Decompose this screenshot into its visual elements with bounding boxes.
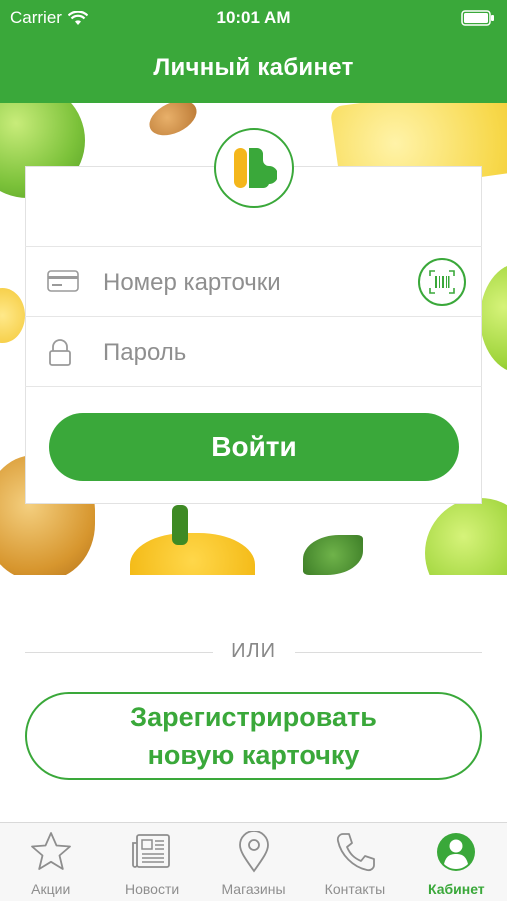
tab-news[interactable]: Новости — [101, 823, 202, 901]
barcode-icon — [429, 270, 455, 294]
login-button[interactable]: Войти — [49, 413, 459, 481]
card-icon — [47, 270, 79, 292]
register-card-button[interactable]: Зарегистрировать новую карточку — [25, 692, 482, 780]
or-divider-right — [295, 652, 482, 653]
app-header: Carrier 10:01 AM Личный кабинет — [0, 0, 507, 103]
tab-label-news: Новости — [125, 881, 180, 897]
tab-label-stores: Магазины — [221, 881, 286, 897]
tab-bar: Акции Новости Магазины Контакты Кабинет — [0, 822, 507, 901]
map-pin-icon — [238, 831, 269, 873]
password-row — [25, 316, 482, 389]
password-input[interactable] — [101, 317, 405, 389]
basil-image — [303, 535, 363, 575]
almond-image — [144, 103, 202, 143]
tab-label-contacts: Контакты — [324, 881, 386, 897]
barcode-scan-button[interactable] — [418, 258, 466, 306]
card-number-input[interactable] — [101, 247, 405, 319]
tab-contacts[interactable]: Контакты — [304, 823, 405, 901]
newspaper-icon — [132, 834, 171, 868]
lime-bottom-image — [425, 498, 507, 575]
lemon-image — [0, 288, 25, 343]
battery-icon — [461, 10, 494, 26]
card-number-row — [25, 246, 482, 319]
logo-icon — [234, 148, 277, 189]
form-divider — [25, 386, 482, 387]
clock: 10:01 AM — [216, 8, 291, 27]
status-bar: Carrier 10:01 AM — [0, 0, 507, 36]
lock-icon — [49, 339, 71, 366]
user-icon — [437, 833, 476, 871]
tab-cabinet[interactable]: Кабинет — [406, 823, 507, 901]
lime-image — [480, 263, 507, 373]
phone-icon — [336, 833, 375, 872]
tab-stores[interactable]: Магазины — [203, 823, 304, 901]
star-icon — [30, 832, 71, 870]
tab-label-promotions: Акции — [31, 881, 71, 897]
register-label-line1: Зарегистрировать — [130, 702, 377, 732]
page-title: Личный кабинет — [153, 54, 354, 81]
app-logo — [214, 128, 294, 208]
tab-promotions[interactable]: Акции — [0, 823, 101, 901]
tab-label-cabinet: Кабинет — [427, 881, 485, 897]
pepper-stem — [172, 505, 188, 545]
pepper-image — [130, 533, 255, 575]
register-label-line2: новую карточку — [147, 740, 360, 770]
